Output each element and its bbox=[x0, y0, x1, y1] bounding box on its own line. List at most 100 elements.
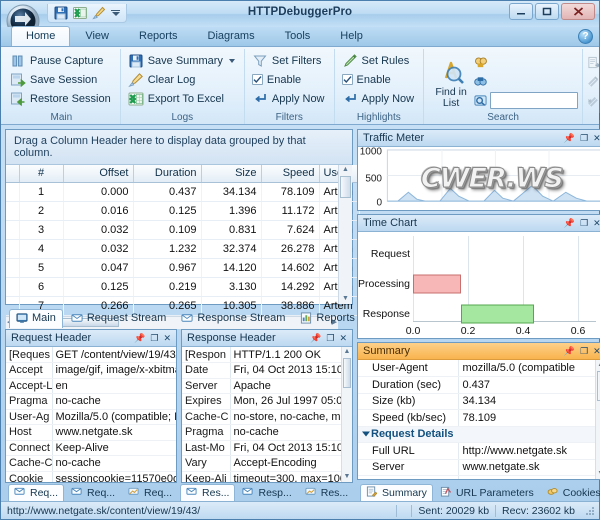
doc-tab-request-stream[interactable]: Request Stream bbox=[64, 309, 173, 328]
request-subtab-3[interactable]: Req... bbox=[122, 484, 178, 501]
export-to-excel-button[interactable]: Export To Excel bbox=[125, 89, 240, 108]
close-panel-icon[interactable]: ✕ bbox=[593, 346, 600, 356]
response-subtab-2[interactable]: Resp... bbox=[236, 484, 297, 501]
response-header-scrollbar[interactable]: ▲ ▼ bbox=[341, 347, 352, 482]
pin-icon[interactable]: 📌 bbox=[564, 133, 575, 143]
summary-scrollbar[interactable]: ▲ ▼ bbox=[594, 360, 600, 479]
save-session-button[interactable]: Save Session bbox=[7, 70, 116, 89]
maximize-panel-icon[interactable]: ❐ bbox=[150, 333, 158, 343]
resize-grip-icon[interactable] bbox=[584, 505, 596, 517]
tab-reports[interactable]: Reports bbox=[124, 26, 193, 46]
find-next-row[interactable] bbox=[474, 53, 578, 72]
tab-diagrams[interactable]: Diagrams bbox=[193, 26, 270, 46]
group-by-hint[interactable]: Drag a Column Header here to display dat… bbox=[6, 130, 352, 165]
document-tabs[interactable]: Main Request Stream Response Stream Repo… bbox=[5, 307, 413, 328]
filters-enable-checkbox[interactable]: Enable bbox=[249, 70, 330, 89]
tab-home[interactable]: Home bbox=[11, 26, 71, 46]
clear-log-button[interactable]: Clear Log bbox=[125, 70, 240, 89]
expander-icon[interactable] bbox=[362, 431, 370, 437]
highlights-apply-now-button[interactable]: Apply Now bbox=[339, 89, 420, 108]
col-size[interactable]: Size bbox=[201, 165, 262, 183]
maximize-panel-icon[interactable]: ❐ bbox=[580, 218, 588, 228]
pause-capture-button[interactable]: Pause Capture bbox=[7, 51, 116, 70]
checkbox-checked-icon[interactable] bbox=[341, 74, 353, 85]
scroll-down-icon[interactable]: ▼ bbox=[342, 295, 349, 303]
tab-cookies[interactable]: Cookies bbox=[541, 484, 600, 501]
doc-tab-response-stream[interactable]: Response Stream bbox=[174, 309, 292, 328]
checkbox-checked-icon[interactable] bbox=[251, 74, 263, 85]
save-summary-button[interactable]: Save Summary bbox=[125, 51, 240, 70]
response-header-body[interactable]: [Respon HTTP/1.1 200 OK Date Fri, 04 Oct 2… bbox=[182, 347, 352, 482]
request-subtab-2[interactable]: Req... bbox=[65, 484, 121, 501]
window-controls[interactable] bbox=[509, 3, 595, 20]
add-bookmark-icon[interactable] bbox=[587, 56, 600, 69]
ribbon-tab-strip[interactable]: Home View Reports Diagrams Tools Help ? bbox=[1, 26, 599, 47]
maximize-panel-icon[interactable]: ❐ bbox=[326, 333, 334, 343]
tab-url-parameters[interactable]: URL Parameters bbox=[434, 484, 540, 501]
set-filters-button[interactable]: Set Filters bbox=[249, 51, 330, 70]
binoculars-icon[interactable] bbox=[474, 75, 487, 88]
pin-icon[interactable]: 📌 bbox=[310, 333, 321, 343]
maximize-panel-icon[interactable]: ❐ bbox=[580, 346, 588, 356]
tab-summary[interactable]: Summary bbox=[360, 484, 433, 501]
add-bookmark-row[interactable] bbox=[587, 53, 600, 72]
close-panel-icon[interactable]: ✕ bbox=[593, 133, 600, 143]
scroll-thumb[interactable] bbox=[343, 358, 351, 388]
response-subtab-1[interactable]: Res... bbox=[180, 484, 236, 501]
pin-icon[interactable]: 📌 bbox=[564, 346, 575, 356]
close-button[interactable] bbox=[561, 3, 595, 20]
header-sub-tabs[interactable]: Req... Req... Req... Res... Resp... Res.… bbox=[5, 483, 353, 501]
search-input[interactable] bbox=[490, 92, 579, 109]
set-rules-button[interactable]: Set Rules bbox=[339, 51, 420, 70]
scroll-down-icon[interactable]: ▼ bbox=[344, 473, 351, 481]
tab-view[interactable]: View bbox=[70, 26, 124, 46]
find-prev-icon[interactable] bbox=[474, 94, 487, 107]
close-panel-icon[interactable]: ✕ bbox=[339, 333, 347, 343]
pin-icon[interactable]: 📌 bbox=[134, 333, 145, 343]
col-speed[interactable]: Speed bbox=[261, 165, 320, 183]
col-duration[interactable]: Duration bbox=[133, 165, 202, 183]
table-row[interactable]: 1 0.000 0.437 34.134 78.109 Artem bbox=[6, 182, 360, 202]
tab-help[interactable]: Help bbox=[325, 26, 378, 46]
table-row[interactable]: 6 0.125 0.219 3.130 14.292 Artem bbox=[6, 277, 360, 297]
response-subtab-3[interactable]: Res... bbox=[299, 484, 354, 501]
table-row[interactable]: 4 0.032 1.232 32.374 26.278 Artem bbox=[6, 239, 360, 259]
close-panel-icon[interactable]: ✕ bbox=[593, 218, 600, 228]
chevron-down-icon[interactable] bbox=[228, 58, 235, 63]
find-in-list-button[interactable]: Find in List bbox=[428, 54, 474, 109]
col-index[interactable]: # bbox=[19, 165, 64, 183]
pin-icon[interactable]: 📌 bbox=[564, 218, 575, 228]
clear-bookmarks-row[interactable] bbox=[587, 91, 600, 110]
filters-apply-now-button[interactable]: Apply Now bbox=[249, 89, 330, 108]
request-header-body[interactable]: [Reques GET /content/view/19/43/ | Accept… bbox=[6, 347, 176, 482]
request-subtab-1[interactable]: Req... bbox=[8, 484, 65, 501]
remove-bookmark-row[interactable] bbox=[587, 72, 600, 91]
vscroll-thumb[interactable] bbox=[340, 176, 351, 198]
minimize-button[interactable] bbox=[509, 3, 533, 20]
clear-bookmarks-icon[interactable] bbox=[587, 94, 600, 107]
summary-section-request-details[interactable]: Request Details bbox=[358, 426, 595, 443]
table-row[interactable]: 3 0.032 0.109 0.831 7.624 Artem bbox=[6, 220, 360, 240]
maximize-panel-icon[interactable]: ❐ bbox=[580, 133, 588, 143]
session-table[interactable]: # Offset Duration Size Speed User 1 0.00… bbox=[6, 165, 360, 316]
grid-vertical-scrollbar[interactable]: ▲ ▼ bbox=[338, 165, 352, 304]
remove-bookmark-icon[interactable] bbox=[587, 75, 600, 88]
find-next-icon[interactable] bbox=[474, 56, 487, 69]
summary-sub-tabs[interactable]: Summary URL Parameters Cookies bbox=[357, 483, 600, 501]
table-header-row[interactable]: # Offset Duration Size Speed User bbox=[6, 165, 360, 183]
summary-body[interactable]: User-Agent mozilla/5.0 (compatible Durati… bbox=[358, 360, 600, 479]
col-offset[interactable]: Offset bbox=[63, 165, 134, 183]
restore-session-button[interactable]: Restore Session bbox=[7, 89, 116, 108]
maximize-button[interactable] bbox=[535, 3, 559, 20]
table-row[interactable]: 5 0.047 0.967 14.120 14.602 Artem bbox=[6, 258, 360, 278]
table-row[interactable]: 2 0.016 0.125 1.396 11.172 Artem bbox=[6, 201, 360, 221]
close-panel-icon[interactable]: ✕ bbox=[163, 333, 171, 343]
scroll-up-icon[interactable]: ▲ bbox=[344, 348, 351, 356]
scroll-up-icon[interactable]: ▲ bbox=[342, 166, 349, 174]
help-icon[interactable]: ? bbox=[578, 29, 593, 44]
doc-tab-reports[interactable]: Reports bbox=[293, 309, 362, 328]
doc-tab-main[interactable]: Main bbox=[9, 309, 63, 328]
search-row[interactable] bbox=[474, 91, 579, 110]
highlights-enable-checkbox[interactable]: Enable bbox=[339, 70, 420, 89]
tab-tools[interactable]: Tools bbox=[270, 26, 326, 46]
